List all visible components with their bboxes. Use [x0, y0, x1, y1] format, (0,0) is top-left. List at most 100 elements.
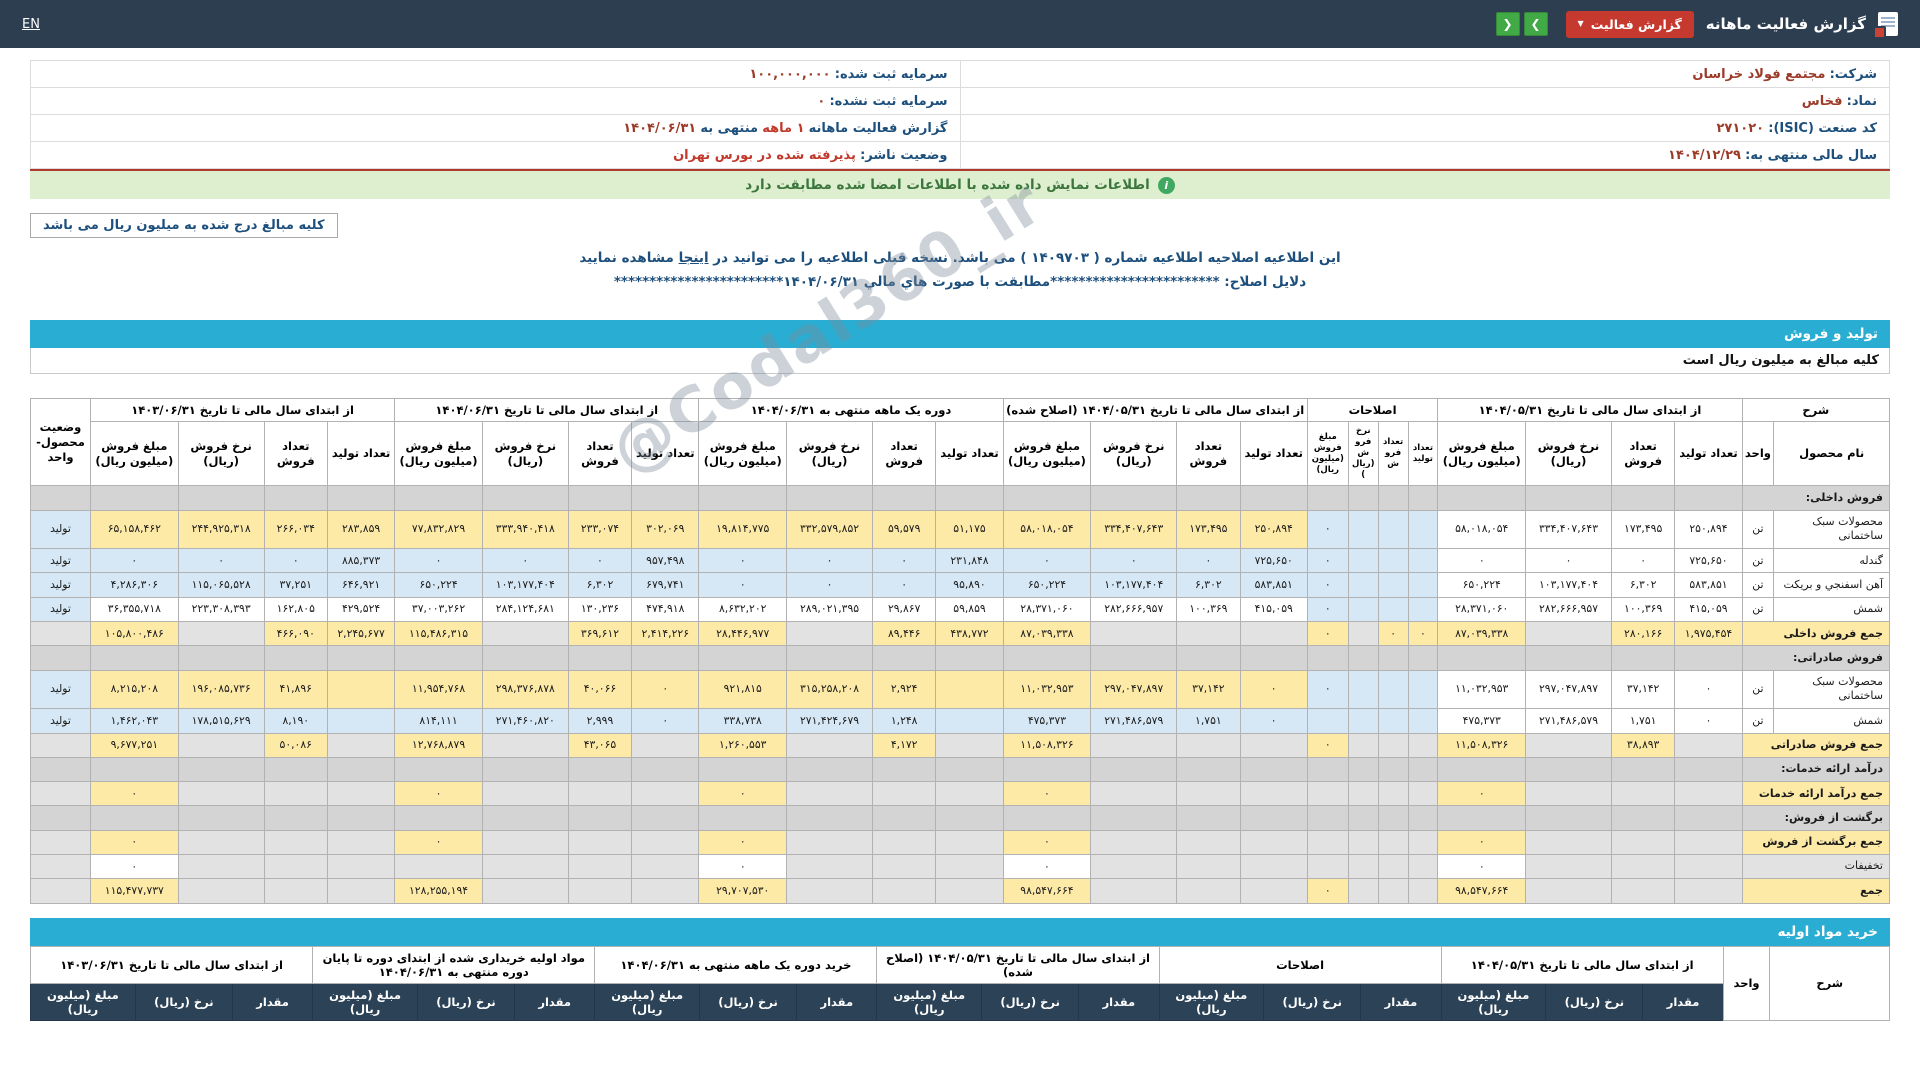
value-cell	[1437, 756, 1527, 783]
value-cell	[481, 853, 569, 880]
correction-notice-part1: این اطلاعیه اصلاحیه اطلاعیه شماره (	[1093, 250, 1341, 266]
value-cell	[1525, 732, 1612, 758]
value-cell: ۰	[1610, 548, 1676, 574]
isic-label: کد صنعت (ISIC):	[1768, 120, 1877, 136]
column-header: تعداد فروش	[1610, 420, 1676, 487]
value-cell	[1525, 829, 1612, 855]
value-cell	[1239, 621, 1308, 647]
correction-notice-number: ۱۴۰۹۷۰۳	[1031, 250, 1089, 266]
unit-cell: تن	[1741, 596, 1775, 623]
report-type-dropdown[interactable]: گزارش فعالیت ▼	[1565, 10, 1694, 38]
value-cell: ۰	[1176, 548, 1241, 574]
value-cell: ۰	[89, 829, 179, 855]
value-cell	[1239, 485, 1308, 511]
previous-announcement-button[interactable]: ❮	[1495, 12, 1520, 36]
value-cell	[631, 878, 700, 904]
table-row: آهن اسفنجي و بریکت تن ۵۸۳,۸۵۱ ۶,۳۰۲ ۱۰۳,۱۷۷,…	[30, 572, 1890, 598]
previous-version-link[interactable]: اینجا	[679, 250, 709, 266]
column-header: مقدار	[231, 982, 314, 1021]
value-cell	[177, 485, 265, 511]
value-cell	[1437, 645, 1527, 671]
value-cell	[481, 805, 569, 831]
value-cell	[567, 853, 633, 880]
value-cell	[1090, 805, 1178, 831]
value-cell: ۰	[1437, 781, 1527, 807]
value-cell: ۴۱۵,۰۵۹	[1239, 596, 1308, 623]
value-cell: ۲۷۱,۴۶۰,۸۲۰	[481, 708, 569, 734]
unit-cell: تن	[1741, 509, 1775, 550]
value-cell: ۰	[567, 548, 633, 574]
status-cell	[30, 621, 91, 647]
status-cell: تولید	[30, 548, 91, 574]
column-header: شرح	[1769, 945, 1890, 1021]
value-cell: ۱۰۳,۱۷۷,۴۰۴	[481, 572, 569, 598]
value-cell	[394, 805, 483, 831]
correction-reasons-label: دلایل اصلاح:	[1224, 274, 1307, 290]
value-cell: ۱,۲۶۰,۵۵۳	[698, 732, 788, 758]
value-cell: ۳۳۴,۴۰۷,۶۴۳	[1090, 509, 1178, 550]
column-header: تعداد تولید	[1674, 420, 1743, 487]
value-cell	[326, 853, 396, 880]
value-cell: ۲۸,۳۷۱,۰۶۰	[1002, 596, 1092, 623]
value-cell: ۶,۳۰۲	[1176, 572, 1241, 598]
row-label: جمع درآمد ارائه خدمات	[1741, 781, 1891, 807]
value-cell: ۳۷,۰۰۳,۲۶۲	[394, 596, 483, 623]
value-cell	[1407, 805, 1439, 831]
value-cell	[1347, 805, 1379, 831]
column-header: مبلغ فروش (میلیون ریال)	[394, 420, 483, 487]
value-cell: ۳۸,۸۹۳	[1610, 732, 1676, 758]
value-cell	[1407, 853, 1439, 880]
value-cell	[1090, 732, 1178, 758]
value-cell	[89, 485, 179, 511]
column-header: تعداد فروش	[263, 420, 328, 487]
table-row: محصولات سبک ساختمانی تن ۲۵۰,۸۹۴ ۱۷۳,۴۹۵ ۳۳۴,…	[30, 509, 1890, 550]
value-cell: ۰	[1306, 572, 1349, 598]
value-cell: ۳۳۲,۵۷۹,۸۵۲	[786, 509, 873, 550]
value-cell: ۲۵۰,۸۹۴	[1239, 509, 1308, 550]
value-cell: ۰	[871, 548, 937, 574]
value-cell: ۸۱۴,۱۱۱	[394, 708, 483, 734]
next-announcement-button[interactable]: ❯	[1523, 12, 1548, 36]
column-header: نرخ (ریال)	[1263, 982, 1362, 1021]
value-cell: ۶۵,۱۵۸,۴۶۲	[89, 509, 179, 550]
value-cell	[1407, 829, 1439, 855]
value-cell	[177, 621, 265, 647]
value-cell	[394, 756, 483, 783]
value-cell: ۹۸,۵۴۷,۶۶۴	[1002, 878, 1092, 904]
value-cell: ۲۲۳,۳۰۸,۳۹۳	[177, 596, 265, 623]
value-cell: ۲۹,۷۰۷,۵۳۰	[698, 878, 788, 904]
value-cell: ۳۳۳,۹۴۰,۴۱۸	[481, 509, 569, 550]
value-cell: ۰	[394, 829, 483, 855]
value-cell	[786, 645, 873, 671]
value-cell	[481, 781, 569, 807]
value-cell	[631, 805, 700, 831]
column-header: تعداد فروش	[1176, 420, 1241, 487]
value-cell	[177, 805, 265, 831]
main-content: شرکت: مجتمع فولاد خراسان سرمایه ثبت شده:…	[0, 48, 1920, 1021]
value-cell: ۲۹۷,۰۴۷,۸۹۷	[1525, 669, 1612, 710]
value-cell	[263, 878, 328, 904]
row-label: جمع فروش صادراتی	[1741, 732, 1891, 758]
value-cell: ۰	[1090, 548, 1178, 574]
value-cell: ۴۳۸,۷۷۲	[935, 621, 1004, 647]
value-cell	[177, 732, 265, 758]
value-cell	[1407, 732, 1439, 758]
value-cell: ۰	[1437, 829, 1527, 855]
column-header: مبلغ (میلیون ریال)	[876, 982, 983, 1021]
value-cell: ۶۵۰,۲۲۴	[394, 572, 483, 598]
value-cell	[871, 756, 937, 783]
value-cell: ۴,۲۸۶,۳۰۶	[89, 572, 179, 598]
row-label: فروش داخلی:	[1741, 485, 1891, 511]
language-switch[interactable]: EN	[22, 17, 40, 32]
registered-capital-value: ۱۰۰,۰۰۰,۰۰۰	[749, 66, 831, 82]
column-header: تعداد فروش	[567, 420, 633, 487]
value-cell	[786, 853, 873, 880]
value-cell	[698, 485, 788, 511]
company-name[interactable]: مجتمع فولاد خراسان	[1692, 67, 1825, 82]
value-cell: ۰	[1306, 878, 1349, 904]
value-cell	[1306, 805, 1349, 831]
table-row: جمع فروش صادراتی ۳۸,۸۹۳ ۱۱,۵۰۸,۳۲۶ ۰ ۱۱,۵۰۸,…	[30, 732, 1891, 758]
value-cell	[1090, 853, 1178, 880]
column-header: تعداد فروش	[871, 420, 937, 487]
status-cell: تولید	[30, 572, 91, 598]
